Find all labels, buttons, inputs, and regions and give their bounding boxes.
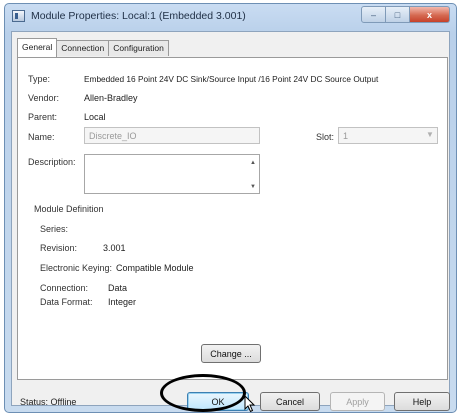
window-title: Module Properties: Local:1 (Embedded 3.0…	[31, 10, 246, 22]
name-label: Name:	[28, 132, 55, 142]
connection-value: Data	[108, 283, 128, 293]
tab-connection[interactable]: Connection	[56, 40, 110, 56]
minimize-button[interactable]: –	[361, 6, 386, 23]
slot-combo-value: 1	[343, 131, 349, 141]
help-button[interactable]: Help	[394, 392, 450, 411]
slot-combo[interactable]: 1 ▼	[338, 127, 438, 144]
revision-label: Revision:	[40, 243, 78, 253]
data-format-value: Integer	[108, 297, 137, 307]
caption-buttons: – □ x	[361, 6, 450, 24]
electronic-keying-value: Compatible Module	[116, 263, 194, 273]
electronic-keying-label: Electronic Keying:	[40, 263, 113, 273]
type-label: Type:	[28, 74, 51, 84]
vendor-value: Allen-Bradley	[84, 93, 138, 103]
slot-label: Slot:	[316, 132, 335, 142]
connection-label: Connection:	[40, 283, 89, 293]
maximize-button[interactable]: □	[386, 6, 410, 23]
vendor-label: Vendor:	[28, 93, 60, 103]
ok-button[interactable]: OK	[187, 392, 249, 411]
data-format-label: Data Format:	[40, 297, 93, 307]
chevron-down-icon[interactable]: ▼	[426, 131, 434, 139]
parent-label: Parent:	[28, 112, 58, 122]
parent-value: Local	[84, 112, 106, 122]
change-button[interactable]: Change ...	[201, 344, 261, 363]
scroll-down-icon[interactable]: ▼	[250, 184, 256, 190]
scroll-up-icon[interactable]: ▲	[250, 160, 256, 166]
description-label: Description:	[28, 157, 76, 167]
module-definition-heading: Module Definition	[34, 204, 104, 214]
dialog-client-area: General Connection Configuration Type: E…	[11, 31, 450, 411]
module-properties-window: Module Properties: Local:1 (Embedded 3.0…	[4, 3, 457, 413]
series-label: Series:	[40, 224, 69, 234]
description-field[interactable]: ▲ ▼	[84, 154, 260, 194]
tab-strip: General Connection Configuration	[17, 38, 169, 58]
general-tab-panel: Type: Embedded 16 Point 24V DC Sink/Sour…	[17, 57, 448, 380]
name-field-value: Discrete_IO	[89, 131, 137, 141]
tab-general[interactable]: General	[17, 38, 58, 57]
type-value: Embedded 16 Point 24V DC Sink/Source Inp…	[84, 74, 379, 84]
apply-button[interactable]: Apply	[330, 392, 385, 411]
name-field[interactable]: Discrete_IO	[84, 127, 260, 144]
module-icon	[12, 10, 25, 22]
status-text: Status: Offline	[20, 397, 77, 407]
title-bar[interactable]: Module Properties: Local:1 (Embedded 3.0…	[5, 4, 456, 30]
revision-value: 3.001	[103, 243, 126, 253]
cancel-button[interactable]: Cancel	[260, 392, 320, 411]
close-button[interactable]: x	[410, 6, 450, 23]
tab-configuration[interactable]: Configuration	[108, 40, 169, 56]
